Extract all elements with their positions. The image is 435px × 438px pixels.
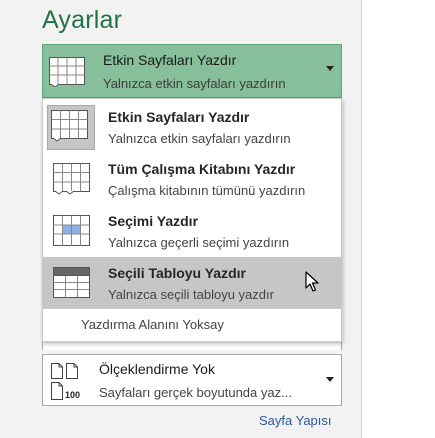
scaling-icon-number: 100 xyxy=(65,390,80,400)
settings-title: Ayarlar xyxy=(42,6,123,34)
page-setup-link[interactable]: Sayfa Yapısı xyxy=(259,413,332,428)
scaling-icon: 100 xyxy=(49,361,95,406)
print-what-menu: Etkin Sayfaları Yazdır Yalnızca etkin sa… xyxy=(42,98,342,342)
active-sheets-icon xyxy=(51,110,91,147)
selected-option-label: Etkin Sayfaları Yazdır xyxy=(103,52,237,68)
menu-item-description: Çalışma kitabının tümünü yazdırın xyxy=(108,183,306,198)
active-sheets-icon xyxy=(49,57,89,92)
ignore-print-area-option[interactable]: Yazdırma Alanını Yoksay xyxy=(81,317,224,332)
selection-icon xyxy=(53,215,93,252)
menu-item-entire-workbook[interactable]: Tüm Çalışma Kitabını Yazdır Çalışma kita… xyxy=(43,153,341,205)
menu-item-print-selection[interactable]: Seçimi Yazdır Yalnızca geçerli seçimi ya… xyxy=(43,205,341,257)
scaling-dropdown[interactable]: 100 Ölçeklendirme Yok Sayfaları gerçek b… xyxy=(42,354,342,406)
selected-option-description: Yalnızca etkin sayfaları yazdırın xyxy=(103,76,286,91)
menu-item-label: Tüm Çalışma Kitabını Yazdır xyxy=(108,161,296,177)
menu-item-label: Etkin Sayfaları Yazdır xyxy=(108,109,250,125)
menu-item-active-sheets[interactable]: Etkin Sayfaları Yazdır Yalnızca etkin sa… xyxy=(43,101,341,153)
menu-item-description: Yalnızca seçili tabloyu yazdır xyxy=(108,287,274,302)
scaling-label: Ölçeklendirme Yok xyxy=(99,361,215,377)
print-what-dropdown[interactable]: Etkin Sayfaları Yazdır Yalnızca etkin sa… xyxy=(42,44,342,98)
scaling-description: Sayfaları gerçek boyutunda yaz... xyxy=(99,385,292,400)
print-settings-panel: Ayarlar Etkin Sayfaları Yazdır Yalnızca … xyxy=(0,0,362,438)
chevron-down-icon[interactable] xyxy=(326,377,334,382)
menu-item-label: Seçimi Yazdır xyxy=(108,213,199,229)
chevron-down-icon[interactable] xyxy=(326,66,334,71)
table-icon xyxy=(53,267,93,304)
mouse-cursor-icon xyxy=(305,271,319,298)
menu-item-print-selected-table[interactable]: Seçili Tabloyu Yazdır Yalnızca seçili ta… xyxy=(43,257,341,309)
workbook-icon xyxy=(53,163,93,200)
menu-item-description: Yalnızca geçerli seçimi yazdırın xyxy=(108,235,290,250)
menu-item-description: Yalnızca etkin sayfaları yazdırın xyxy=(108,131,291,146)
preview-area xyxy=(362,0,435,438)
menu-item-label: Seçili Tabloyu Yazdır xyxy=(108,265,246,281)
